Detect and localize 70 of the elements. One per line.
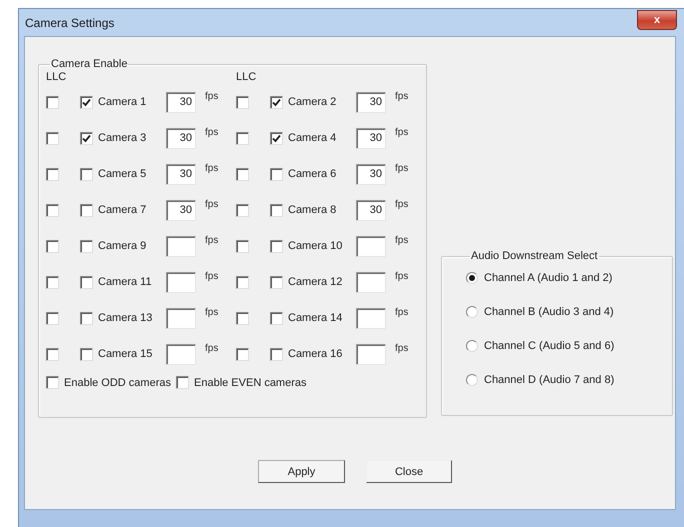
fps-field[interactable]: 30: [166, 128, 196, 148]
fps-field[interactable]: [356, 344, 386, 364]
unit-label: fps: [394, 91, 410, 102]
camera-checkbox[interactable]: Camera 10: [270, 240, 356, 252]
check-icon: [272, 134, 281, 142]
unit-label: fps: [204, 199, 220, 210]
unit-label: fps: [204, 271, 220, 282]
fps-field[interactable]: [356, 308, 386, 328]
option-checkbox[interactable]: Enable ODD cameras: [46, 376, 171, 389]
unit-label: fps: [204, 127, 220, 138]
fps-field[interactable]: 30: [166, 164, 196, 184]
column-header: LLC: [236, 71, 256, 83]
unit-label: fps: [394, 343, 410, 354]
camera-checkbox[interactable]: Camera 4: [270, 132, 356, 144]
check-icon: [82, 134, 91, 142]
apply-button[interactable]: Apply: [258, 460, 345, 483]
close-button[interactable]: Close: [366, 460, 452, 483]
unit-label: fps: [394, 307, 410, 318]
camera-checkbox[interactable]: Camera 15: [80, 348, 166, 360]
camera-checkbox[interactable]: Camera 5: [80, 168, 166, 180]
radio-circle[interactable]: [466, 374, 478, 386]
fps-field[interactable]: [356, 272, 386, 292]
channel-radio[interactable]: Channel A (Audio 1 and 2): [466, 272, 672, 284]
unit-label: fps: [204, 91, 220, 102]
camera-checkbox[interactable]: Camera 11: [80, 276, 166, 288]
camera-checkbox[interactable]: Camera 9: [80, 240, 166, 252]
fps-field[interactable]: [166, 344, 196, 364]
unit-label: fps: [394, 271, 410, 282]
camera-checkbox[interactable]: Camera 16: [270, 348, 356, 360]
fps-field[interactable]: [166, 308, 196, 328]
check-icon: [82, 98, 91, 106]
fps-field[interactable]: 30: [166, 92, 196, 112]
unit-label: fps: [394, 199, 410, 210]
fps-field[interactable]: [166, 272, 196, 292]
camera-checkbox[interactable]: Camera 14: [270, 312, 356, 324]
unit-label: fps: [204, 307, 220, 318]
radio-circle[interactable]: [466, 306, 478, 318]
group-title: Camera Enable: [50, 58, 128, 70]
radio-circle[interactable]: [466, 340, 478, 352]
option-checkbox[interactable]: Enable EVEN cameras: [176, 376, 306, 389]
unit-label: fps: [394, 127, 410, 138]
camera-checkbox[interactable]: Camera 12: [270, 276, 356, 288]
fps-field[interactable]: [356, 236, 386, 256]
camera-checkbox[interactable]: Camera 13: [80, 312, 166, 324]
camera-checkbox[interactable]: Camera 1: [80, 96, 166, 108]
unit-label: fps: [394, 163, 410, 174]
column-header: LLC: [46, 71, 66, 83]
unit-label: fps: [204, 343, 220, 354]
radio-circle[interactable]: [466, 272, 478, 284]
channel-radio[interactable]: Channel B (Audio 3 and 4): [466, 306, 672, 318]
unit-label: fps: [204, 235, 220, 246]
fps-field[interactable]: 30: [356, 92, 386, 112]
unit-label: fps: [204, 163, 220, 174]
check-icon: [272, 98, 281, 106]
fps-field[interactable]: 30: [166, 200, 196, 220]
fps-field[interactable]: 30: [356, 128, 386, 148]
fps-field[interactable]: 30: [356, 164, 386, 184]
window-title: Camera Settings: [25, 16, 114, 30]
channel-radio[interactable]: Channel C (Audio 5 and 6): [466, 340, 672, 352]
fps-field[interactable]: 30: [356, 200, 386, 220]
camera-checkbox[interactable]: Camera 6: [270, 168, 356, 180]
unit-label: fps: [394, 235, 410, 246]
fps-field[interactable]: [166, 236, 196, 256]
camera-checkbox[interactable]: Camera 7: [80, 204, 166, 216]
camera-checkbox[interactable]: Camera 8: [270, 204, 356, 216]
camera-checkbox[interactable]: Camera 2: [270, 96, 356, 108]
channel-radio[interactable]: Channel D (Audio 7 and 8): [466, 374, 672, 386]
camera-checkbox[interactable]: Camera 3: [80, 132, 166, 144]
group-title: Audio Downstream Select: [470, 250, 599, 262]
close-button[interactable]: x: [637, 10, 677, 30]
